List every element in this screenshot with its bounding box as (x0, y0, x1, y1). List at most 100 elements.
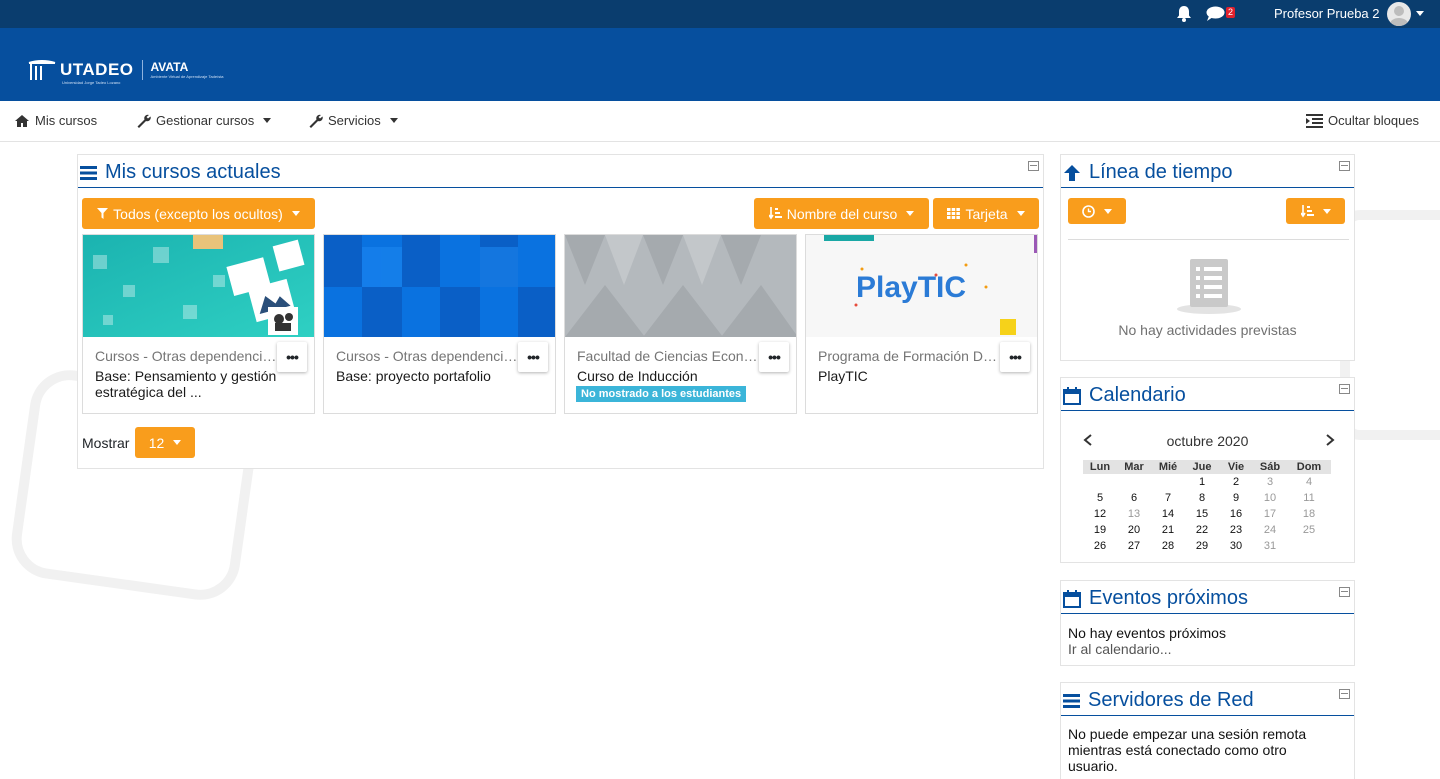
logo-subtext: Universidad Jorge Tadeo Lozano (62, 80, 121, 85)
arrow-up-icon (1064, 164, 1080, 181)
calendar-day[interactable]: 5 (1083, 490, 1117, 506)
title-rule (1061, 613, 1354, 614)
course-card[interactable]: Cursos - Otras dependencias Base: Pensam… (82, 234, 315, 414)
chat-icon[interactable] (1206, 6, 1225, 24)
title-rule (1061, 715, 1354, 716)
course-name[interactable]: Base: proyecto portafolio (336, 368, 536, 384)
course-category: Cursos - Otras dependencias (95, 348, 277, 364)
nav-services[interactable]: Servicios (308, 113, 398, 128)
course-card[interactable]: Cursos - Otras dependencias Base: proyec… (323, 234, 556, 414)
calendar-day[interactable]: 10 (1253, 490, 1287, 506)
course-menu-button[interactable]: ••• (759, 342, 789, 372)
calendar-day[interactable]: 14 (1151, 506, 1185, 522)
title-rule (78, 187, 1043, 188)
network-title: Servidores de Red (1088, 689, 1254, 711)
calendar-day[interactable]: 16 (1219, 506, 1253, 522)
course-menu-button[interactable]: ••• (277, 342, 307, 372)
calendar-day[interactable]: 31 (1253, 538, 1287, 554)
calendar-day[interactable]: 26 (1083, 538, 1117, 554)
calendar-grid: Lun Mar Mié Jue Vie Sáb Dom 1 2 3 4 5 6 (1083, 460, 1331, 554)
hide-blocks-button[interactable]: Ocultar bloques (1306, 113, 1419, 128)
calendar-day[interactable]: 13 (1117, 506, 1151, 522)
collapse-icon[interactable] (1028, 161, 1039, 171)
calendar-day[interactable]: 27 (1117, 538, 1151, 554)
calendar-day[interactable]: 12 (1083, 506, 1117, 522)
calendar-day[interactable]: 30 (1219, 538, 1253, 554)
calendar-day[interactable]: 21 (1151, 522, 1185, 538)
clipboard-list-icon (1177, 259, 1241, 314)
view-dropdown[interactable]: Tarjeta (933, 198, 1039, 229)
show-count-dropdown[interactable]: 12 (135, 427, 195, 458)
nav-services-label: Servicios (328, 113, 381, 128)
clock-icon (1082, 204, 1095, 218)
logo-divider (141, 60, 143, 80)
app-subtext: Ambiente Virtual de Aprendizaje Tadeísta (150, 74, 224, 79)
calendar-day[interactable]: 17 (1253, 506, 1287, 522)
logo-text: UTADEO (60, 60, 134, 79)
user-name[interactable]: Profesor Prueba 2 (1274, 6, 1380, 21)
title-rule (1061, 410, 1354, 411)
calendar-day[interactable]: 25 (1287, 522, 1331, 538)
calendar-day[interactable]: 20 (1117, 522, 1151, 538)
calendar-day[interactable]: 7 (1151, 490, 1185, 506)
course-name[interactable]: Curso de Inducción (577, 368, 777, 384)
collapse-icon[interactable] (1339, 689, 1350, 699)
background-decoration (1340, 210, 1440, 440)
bell-icon[interactable] (1176, 5, 1192, 25)
calendar-day[interactable]: 3 (1253, 474, 1287, 490)
nav-manage-courses-label: Gestionar cursos (156, 113, 255, 128)
collapse-icon[interactable] (1339, 384, 1350, 394)
calendar-day[interactable]: 1 (1185, 474, 1219, 490)
course-name[interactable]: PlayTIC (818, 368, 1018, 384)
wrench-icon (137, 114, 151, 128)
course-image: PlayTIC (806, 235, 1037, 337)
block-title: Línea de tiempo (1063, 161, 1232, 184)
calendar-day[interactable]: 9 (1219, 490, 1253, 506)
calendar-day[interactable]: 28 (1151, 538, 1185, 554)
course-menu-button[interactable]: ••• (518, 342, 548, 372)
block-title: Mis cursos actuales (80, 161, 281, 184)
filter-label: Todos (excepto los ocultos) (113, 205, 283, 222)
chevron-down-icon (1016, 211, 1025, 216)
calendar-day[interactable]: 19 (1083, 522, 1117, 538)
course-card[interactable]: PlayTIC Programa de Formación Docente Pl… (805, 234, 1038, 414)
top-bar: 2 Profesor Prueba 2 (0, 0, 1440, 28)
course-filter-dropdown[interactable]: Todos (excepto los ocultos) (82, 198, 315, 229)
calendar-day[interactable]: 23 (1219, 522, 1253, 538)
calendar-day (1287, 538, 1331, 554)
chevron-down-icon (389, 118, 398, 123)
nav-my-courses-label: Mis cursos (35, 113, 98, 128)
avatar[interactable] (1387, 2, 1411, 26)
collapse-icon[interactable] (1339, 587, 1350, 597)
nav-my-courses[interactable]: Mis cursos (14, 113, 97, 128)
collapse-icon[interactable] (1339, 161, 1350, 171)
calendar-day[interactable]: 4 (1287, 474, 1331, 490)
calendar-day[interactable]: 8 (1185, 490, 1219, 506)
calendar-day[interactable]: 6 (1117, 490, 1151, 506)
calendar-day[interactable]: 29 (1185, 538, 1219, 554)
timeline-date-filter[interactable] (1068, 198, 1126, 224)
calendar-link[interactable]: Ir al calendario... (1068, 641, 1172, 657)
course-card[interactable]: Facultad de Ciencias Económicas Curso de… (564, 234, 797, 414)
calendar-day[interactable]: 22 (1185, 522, 1219, 538)
calendar-block: Calendario octubre 2020 Lun Mar Mié Jue … (1060, 377, 1355, 563)
chevron-down-icon[interactable] (1416, 11, 1424, 16)
calendar-day[interactable]: 24 (1253, 522, 1287, 538)
course-menu-button[interactable]: ••• (1000, 342, 1030, 372)
course-image (565, 235, 796, 337)
chevron-right-icon[interactable] (1325, 434, 1335, 446)
logo[interactable]: UTADEO Universidad Jorge Tadeo Lozano AV… (28, 60, 224, 85)
course-name[interactable]: Base: Pensamiento y gestión estratégica … (95, 368, 295, 400)
utadeo-logo-icon (28, 60, 56, 80)
nav-manage-courses[interactable]: Gestionar cursos (136, 113, 272, 128)
hidden-badge: No mostrado a los estudiantes (576, 386, 747, 402)
divider (1068, 239, 1349, 240)
calendar-day[interactable]: 15 (1185, 506, 1219, 522)
timeline-sort[interactable] (1286, 198, 1345, 224)
bars-icon (1063, 693, 1080, 708)
sort-dropdown[interactable]: Nombre del curso (754, 198, 929, 229)
calendar-day[interactable]: 11 (1287, 490, 1331, 506)
calendar-day[interactable]: 18 (1287, 506, 1331, 522)
calendar-day[interactable]: 2 (1219, 474, 1253, 490)
block-title: Servidores de Red (1063, 689, 1254, 712)
